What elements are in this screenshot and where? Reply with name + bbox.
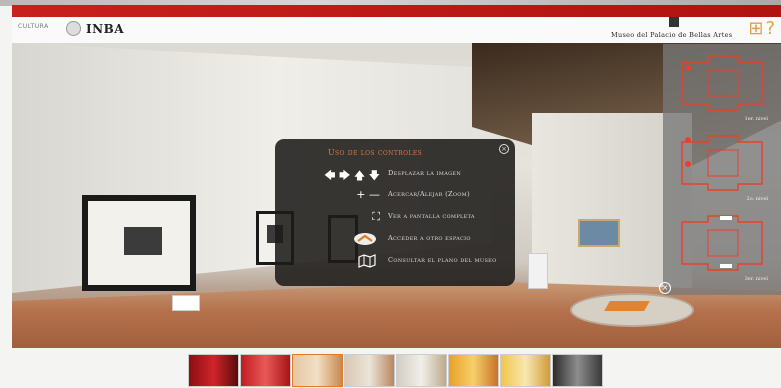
inba-logo[interactable]: INBA xyxy=(86,22,124,36)
floor-arrow-icon[interactable] xyxy=(604,301,650,311)
thumbnail[interactable] xyxy=(552,354,603,387)
cultura-logo[interactable]: CULTURA xyxy=(18,23,62,35)
floor-plan-drawing xyxy=(681,55,763,111)
control-label: Acercar/Alejar (Zoom) xyxy=(388,190,470,198)
control-row-map: Consultar el plano del museo xyxy=(275,254,515,268)
floor-plan-label: 2o. nivel xyxy=(746,196,768,202)
zoom-icon: + — xyxy=(356,188,380,201)
floor-plan-label: 3er. nivel xyxy=(744,276,768,282)
control-label: Consultar el plano del museo xyxy=(388,256,497,264)
museum-name: Museo del Palacio de Bellas Artes xyxy=(611,31,733,39)
controls-help-dialog: Uso de los controles × 🡄 🡆 🡅 🡇 Desplazar… xyxy=(275,139,515,286)
thumbnail[interactable] xyxy=(188,354,239,387)
close-icon[interactable]: × xyxy=(499,144,509,154)
floor-plan-label: 1er. nivel xyxy=(744,116,768,122)
artwork-plaque xyxy=(172,295,200,311)
arrows-icon: 🡄 🡆 🡅 🡇 xyxy=(324,169,380,182)
floor-plan-icon[interactable]: ⊞ xyxy=(748,18,763,39)
thumbnail[interactable] xyxy=(240,354,291,387)
pedestal xyxy=(528,253,548,289)
control-row-pan: 🡄 🡆 🡅 🡇 Desplazar la imagen xyxy=(275,167,515,182)
thumbnail[interactable] xyxy=(448,354,499,387)
floor-arrow-icon xyxy=(353,232,377,246)
control-row-navigate: Acceder a otro espacio xyxy=(275,232,515,246)
thumbnail[interactable] xyxy=(396,354,447,387)
control-label: Acceder a otro espacio xyxy=(388,234,471,242)
thumbnail[interactable] xyxy=(292,354,343,387)
fullscreen-icon: ⛶ xyxy=(372,210,380,223)
artwork-frame[interactable] xyxy=(578,219,620,247)
museum-map-panel: 1er. nivel 2o. nivel 3er. nivel xyxy=(663,44,781,295)
dialog-title: Uso de los controles xyxy=(327,148,423,157)
floor-plan[interactable]: 1er. nivel xyxy=(668,52,776,122)
control-label: Desplazar la imagen xyxy=(388,169,462,177)
floor-plan[interactable]: 3er. nivel xyxy=(668,212,776,282)
header-tools: ⊞? xyxy=(746,18,775,39)
floor-plan[interactable]: 2o. nivel xyxy=(668,132,776,202)
artwork-frame[interactable] xyxy=(82,195,196,291)
control-label: Ver a pantalla completa xyxy=(388,212,475,220)
control-row-zoom: + — Acercar/Alejar (Zoom) xyxy=(275,188,515,202)
control-row-fullscreen: ⛶ Ver a pantalla completa xyxy=(275,210,515,224)
floor-plan-drawing xyxy=(681,215,763,271)
museum-logo-icon xyxy=(669,17,679,27)
brand-bar xyxy=(12,5,781,17)
floor-plan-drawing xyxy=(681,135,763,191)
thumbnail[interactable] xyxy=(344,354,395,387)
help-button[interactable]: ? xyxy=(765,18,775,39)
map-icon xyxy=(358,254,376,268)
map-close-button[interactable]: × xyxy=(659,282,671,294)
seal-icon xyxy=(66,21,81,36)
site-header: CULTURA INBA Museo del Palacio de Bellas… xyxy=(12,17,781,43)
thumbnail[interactable] xyxy=(500,354,551,387)
